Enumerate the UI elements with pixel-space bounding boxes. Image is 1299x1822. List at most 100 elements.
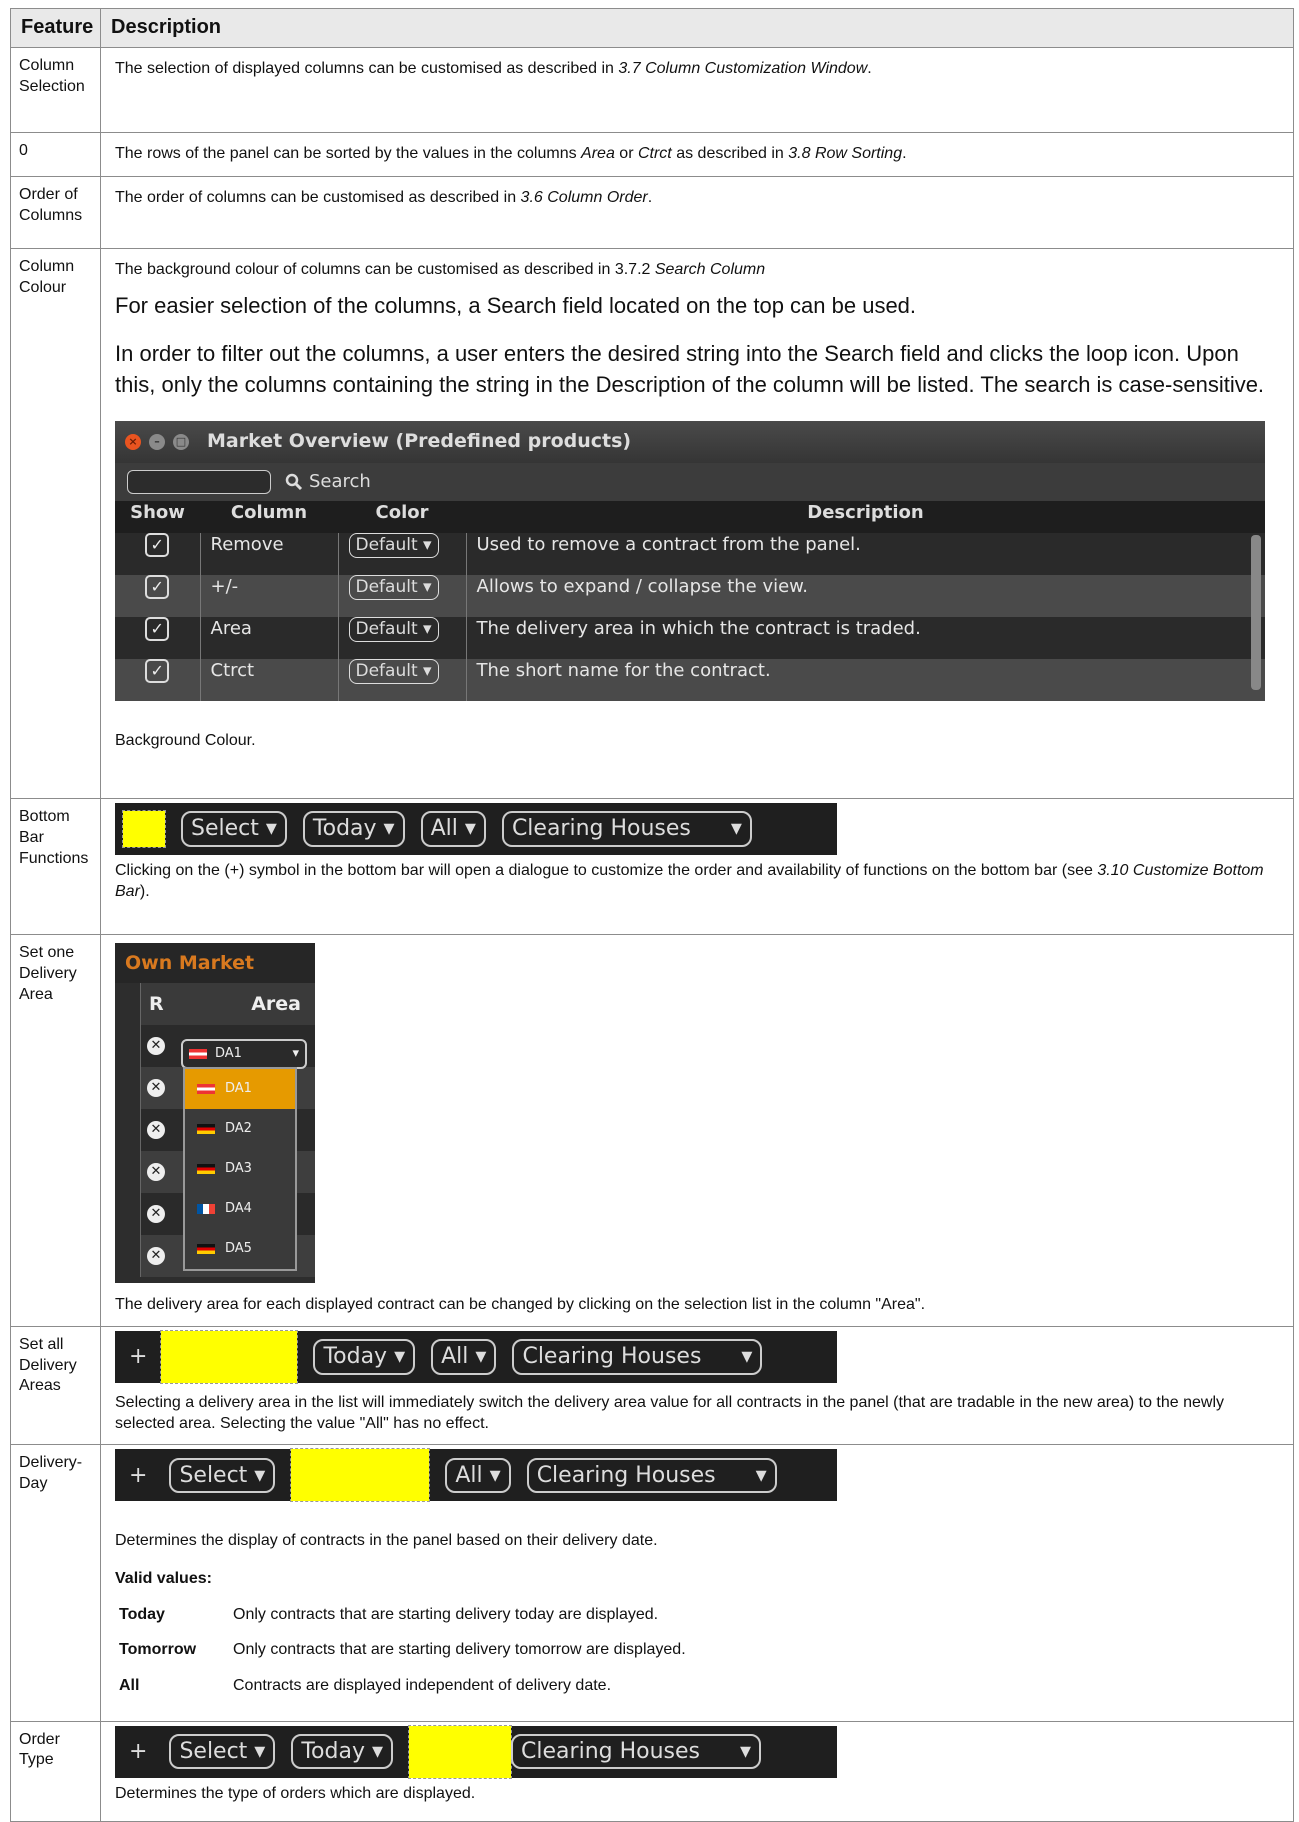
column-name: Area xyxy=(199,616,338,659)
caption: Determines the display of contracts in t… xyxy=(115,1532,658,1550)
clearing-houses-dropdown[interactable]: Clearing Houses ▾ xyxy=(501,811,752,847)
clearing-houses-dropdown[interactable]: Clearing Houses ▾ xyxy=(511,1733,762,1770)
column-description: Used to remove a contract from the panel… xyxy=(465,532,1265,575)
reference-link: 3.6 Column Order xyxy=(520,189,648,206)
description-cell: The rows of the panel can be sorted by t… xyxy=(100,132,1294,177)
highlighted-day-select[interactable] xyxy=(290,1448,431,1503)
bottom-bar: + Today ▾ All ▾ Clearing Houses ▾ xyxy=(115,1329,837,1384)
text: Clicking on the (+) symbol in the bottom… xyxy=(115,862,1098,879)
minimize-icon[interactable]: – xyxy=(149,433,165,450)
table-row: ✓ Ctrct Default ▾ The short name for the… xyxy=(115,658,1265,701)
panel-header: R Area xyxy=(140,983,315,1025)
list-item[interactable]: DA3 xyxy=(185,1149,295,1189)
show-checkbox[interactable]: ✓ xyxy=(145,658,170,683)
all-dropdown[interactable]: All ▾ xyxy=(445,1457,511,1494)
flag-icon xyxy=(197,1204,215,1214)
header-feature: Feature xyxy=(10,8,101,48)
list-item[interactable]: DA4 xyxy=(185,1189,295,1229)
dropdown-value: Today xyxy=(312,816,377,842)
option-label: DA4 xyxy=(225,1201,252,1217)
flag-icon xyxy=(189,1049,207,1059)
description-cell: + Select ▾ Today ▾ Clearing Houses ▾ Dete… xyxy=(100,1720,1294,1822)
remove-icon[interactable]: ✕ xyxy=(147,1205,165,1223)
text: . xyxy=(902,145,907,162)
remove-icon[interactable]: ✕ xyxy=(147,1163,165,1181)
caption: Clicking on the (+) symbol in the bottom… xyxy=(115,861,1279,903)
value-row: Tomorrow Only contracts that are starting… xyxy=(115,1639,1279,1661)
show-checkbox[interactable]: ✓ xyxy=(145,574,170,599)
text: The background colour of columns can be … xyxy=(115,261,655,278)
select-dropdown[interactable]: Select ▾ xyxy=(169,1733,276,1770)
description-cell: Select ▾ Today ▾ All ▾ Clearing Houses ▾ … xyxy=(100,798,1294,935)
today-dropdown[interactable]: Today ▾ xyxy=(291,1733,394,1770)
col-color: Color xyxy=(338,500,466,533)
dropdown-value: Today xyxy=(323,1343,388,1369)
description-cell: The selection of displayed columns can b… xyxy=(100,47,1294,133)
search-bar: Search xyxy=(115,462,1265,501)
clearing-houses-dropdown[interactable]: Clearing Houses ▾ xyxy=(512,1338,763,1375)
description-cell: + Select ▾ All ▾ Clearing Houses ▾ Determ… xyxy=(100,1444,1294,1722)
clearing-houses-dropdown[interactable]: Clearing Houses ▾ xyxy=(526,1457,777,1494)
bottom-bar: + Select ▾ Today ▾ Clearing Houses ▾ xyxy=(115,1724,837,1779)
list-item[interactable]: DA2 xyxy=(185,1109,295,1149)
option-label: DA5 xyxy=(225,1241,252,1257)
close-icon[interactable]: × xyxy=(125,433,141,450)
show-checkbox[interactable]: ✓ xyxy=(145,616,170,641)
bottom-bar: + Select ▾ All ▾ Clearing Houses ▾ xyxy=(115,1448,837,1503)
all-dropdown[interactable]: All ▾ xyxy=(431,1338,497,1375)
value-text: Only contracts that are starting deliver… xyxy=(233,1605,659,1623)
ref-area: Area xyxy=(581,145,615,162)
today-dropdown[interactable]: Today ▾ xyxy=(313,1338,416,1375)
col-area: Area xyxy=(251,993,301,1015)
search-icon xyxy=(285,473,303,491)
dropdown-value: Default xyxy=(355,534,418,555)
color-dropdown[interactable]: Default ▾ xyxy=(348,658,439,684)
plus-button[interactable]: + xyxy=(123,1342,153,1372)
column-name: +/- xyxy=(199,574,338,617)
remove-icon[interactable]: ✕ xyxy=(147,1079,165,1097)
table-row: 0 The rows of the panel can be sorted by… xyxy=(10,132,1294,177)
column-description: Allows to expand / collapse the view. xyxy=(465,574,1265,617)
all-dropdown[interactable]: All ▾ xyxy=(420,811,486,847)
search-button[interactable]: Search xyxy=(285,470,371,494)
table-row: ✓ Area Default ▾ The delivery area in wh… xyxy=(115,616,1265,659)
dropdown-value: Today xyxy=(301,1738,365,1764)
text: The selection of displayed columns can b… xyxy=(115,60,619,77)
paragraph: For easier selection of the columns, a S… xyxy=(115,292,917,318)
highlighted-order-type[interactable] xyxy=(408,1724,513,1779)
caption: Selecting a delivery area in the list wi… xyxy=(115,1393,1225,1432)
panel-title: Own Market xyxy=(115,943,315,983)
area-select[interactable]: DA1 ▾ xyxy=(181,1039,307,1069)
column-name: Ctrct xyxy=(199,658,338,701)
search-input[interactable] xyxy=(127,469,271,494)
select-dropdown[interactable]: Select ▾ xyxy=(169,1457,276,1494)
selected-value: DA1 xyxy=(215,1046,242,1062)
plus-button[interactable]: + xyxy=(123,1737,153,1767)
highlighted-area-select[interactable] xyxy=(160,1329,299,1384)
maximize-icon[interactable]: □ xyxy=(173,433,189,450)
feature-cell: Set one Delivery Area xyxy=(10,934,101,1327)
color-dropdown[interactable]: Default ▾ xyxy=(348,532,439,558)
feature-cell: Delivery-Day xyxy=(10,1444,101,1722)
caption: The delivery area for each displayed con… xyxy=(115,1296,926,1313)
select-dropdown[interactable]: Select ▾ xyxy=(181,811,287,847)
color-dropdown[interactable]: Default ▾ xyxy=(348,574,439,600)
dropdown-value: Clearing Houses xyxy=(522,1343,702,1369)
dropdown-value: Clearing Houses xyxy=(521,1738,701,1764)
today-dropdown[interactable]: Today ▾ xyxy=(302,811,405,847)
table-header-row: Feature Description xyxy=(10,8,1294,48)
plus-button[interactable]: + xyxy=(123,1461,153,1491)
remove-icon[interactable]: ✕ xyxy=(147,1247,165,1265)
highlighted-plus-button[interactable] xyxy=(122,810,166,848)
dropdown-value: All xyxy=(430,816,458,842)
remove-icon[interactable]: ✕ xyxy=(147,1037,165,1055)
scrollbar[interactable] xyxy=(1251,534,1261,690)
dropdown-value: Default xyxy=(355,660,418,681)
remove-icon[interactable]: ✕ xyxy=(147,1121,165,1139)
list-item[interactable]: DA5 xyxy=(185,1229,295,1269)
text: or xyxy=(614,145,638,162)
show-checkbox[interactable]: ✓ xyxy=(145,532,170,557)
list-item[interactable]: DA1 xyxy=(185,1069,295,1109)
market-overview-window: × – □ Market Overview (Predefined produc… xyxy=(115,420,1265,701)
color-dropdown[interactable]: Default ▾ xyxy=(348,616,439,642)
